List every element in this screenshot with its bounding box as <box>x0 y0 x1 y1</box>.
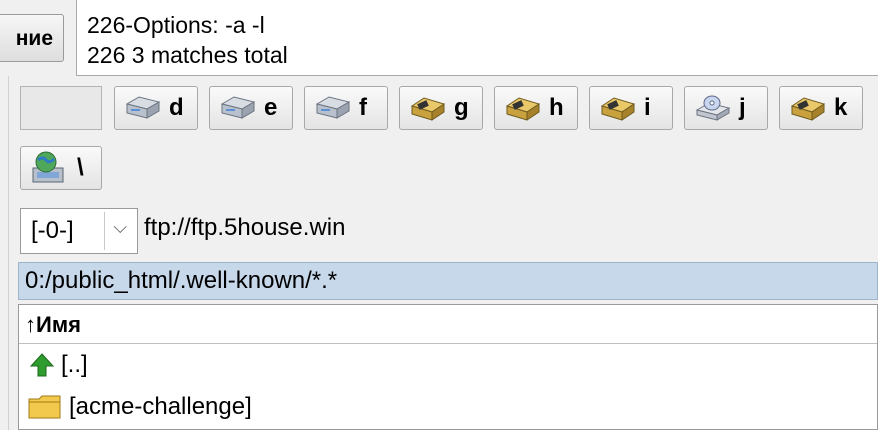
drive-button-e[interactable]: e <box>209 86 293 130</box>
drive-button-j[interactable]: j <box>684 86 768 130</box>
drive-letter: g <box>454 94 469 121</box>
tab-button[interactable]: ние <box>0 14 64 62</box>
log-line: 226-Options: -a -l <box>87 12 265 38</box>
removable-drive-icon <box>600 97 636 121</box>
drive-letter: e <box>264 94 278 121</box>
ftp-log: 226-Options: -a -l 226 3 matches total <box>76 0 878 76</box>
drive-letter: f <box>359 94 367 121</box>
drive-button-h[interactable]: h <box>494 86 578 130</box>
chevron-down-icon: ⌵ <box>113 217 127 237</box>
hdd-icon <box>220 96 256 119</box>
drive-button-d[interactable]: d <box>114 86 198 130</box>
network-button[interactable]: \ <box>20 146 102 190</box>
cdrom-icon <box>695 95 731 121</box>
removable-drive-icon <box>410 97 446 121</box>
divider <box>8 76 9 430</box>
network-label: \ <box>77 154 84 181</box>
file-list[interactable]: ↑Имя [..] [acme-challenge] <box>18 304 878 430</box>
divider <box>104 212 105 250</box>
log-line: 226 3 matches total <box>87 42 288 68</box>
drive-bar-blank <box>20 86 102 130</box>
drive-button-f[interactable]: f <box>304 86 388 130</box>
hdd-icon <box>315 96 351 119</box>
list-item[interactable]: [..] <box>19 344 877 386</box>
column-header-name[interactable]: ↑Имя <box>19 305 877 344</box>
removable-drive-icon <box>790 97 826 121</box>
drive-letter: h <box>549 94 564 121</box>
connection-select[interactable]: [-0-] ⌵ <box>20 208 138 254</box>
drive-button-k[interactable]: k <box>779 86 863 130</box>
hdd-icon <box>125 96 161 119</box>
folder-icon <box>28 395 61 419</box>
current-path-bar[interactable]: 0:/public_html/.well-known/*.* <box>18 262 878 300</box>
drive-letter: d <box>169 94 184 121</box>
drive-button-g[interactable]: g <box>399 86 483 130</box>
drive-button-i[interactable]: i <box>589 86 673 130</box>
removable-drive-icon <box>505 97 541 121</box>
connection-select-value: [-0-] <box>31 217 74 244</box>
ftp-host-label: ftp://ftp.5house.win <box>144 214 346 241</box>
network-globe-icon <box>32 151 64 183</box>
drive-letter: j <box>739 94 746 121</box>
drive-bar: d e f g h i j k <box>20 86 878 132</box>
up-arrow-icon <box>29 353 55 377</box>
drive-letter: k <box>834 94 848 121</box>
drive-letter: i <box>644 94 651 121</box>
list-item-name: [acme-challenge] <box>69 393 252 420</box>
list-item-name: [..] <box>61 351 88 378</box>
list-item[interactable]: [acme-challenge] <box>19 386 877 428</box>
